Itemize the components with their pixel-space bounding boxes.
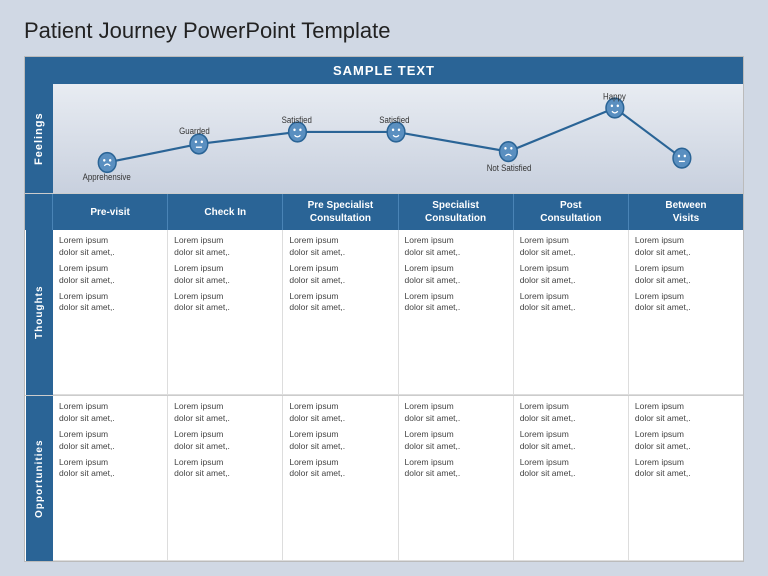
text-block: Lorem ipsumdolor sit amet,.: [174, 291, 276, 315]
text-block: Lorem ipsumdolor sit amet,.: [405, 401, 507, 425]
page: Patient Journey PowerPoint Template SAMP…: [0, 0, 768, 576]
thoughts-cell-1: Lorem ipsumdolor sit amet,. Lorem ipsumd…: [53, 230, 168, 395]
col-header-prespec: Pre SpecialistConsultation: [283, 194, 398, 230]
thoughts-label: Thoughts: [25, 230, 53, 395]
svg-text:Apprehensive: Apprehensive: [83, 172, 131, 182]
text-block: Lorem ipsumdolor sit amet,.: [59, 401, 161, 425]
opp-cell-3: Lorem ipsumdolor sit amet,. Lorem ipsumd…: [283, 396, 398, 561]
table-section: Pre-visit Check In Pre SpecialistConsult…: [25, 194, 743, 561]
text-block: Lorem ipsumdolor sit amet,.: [405, 429, 507, 453]
col-header-postcons: PostConsultation: [514, 194, 629, 230]
svg-text:Happy: Happy: [603, 91, 627, 101]
opp-cell-5: Lorem ipsumdolor sit amet,. Lorem ipsumd…: [514, 396, 629, 561]
text-block: Lorem ipsumdolor sit amet,.: [520, 263, 622, 287]
sample-text-bar: SAMPLE TEXT: [25, 57, 743, 84]
text-block: Lorem ipsumdolor sit amet,.: [405, 457, 507, 481]
thoughts-cell-4: Lorem ipsumdolor sit amet,. Lorem ipsumd…: [399, 230, 514, 395]
text-block: Lorem ipsumdolor sit amet,.: [520, 291, 622, 315]
text-block: Lorem ipsumdolor sit amet,.: [635, 263, 737, 287]
text-block: Lorem ipsumdolor sit amet,.: [635, 235, 737, 259]
thoughts-cell-5: Lorem ipsumdolor sit amet,. Lorem ipsumd…: [514, 230, 629, 395]
text-block: Lorem ipsumdolor sit amet,.: [59, 235, 161, 259]
opportunities-cells: Lorem ipsumdolor sit amet,. Lorem ipsumd…: [53, 396, 743, 561]
col-header-checkin: Check In: [168, 194, 283, 230]
thoughts-cell-2: Lorem ipsumdolor sit amet,. Lorem ipsumd…: [168, 230, 283, 395]
text-block: Lorem ipsumdolor sit amet,.: [635, 291, 737, 315]
feelings-section: Feelings: [25, 84, 743, 194]
opp-cell-6: Lorem ipsumdolor sit amet,. Lorem ipsumd…: [629, 396, 743, 561]
text-block: Lorem ipsumdolor sit amet,.: [174, 401, 276, 425]
text-block: Lorem ipsumdolor sit amet,.: [59, 291, 161, 315]
col-headers: Pre-visit Check In Pre SpecialistConsult…: [53, 194, 743, 230]
text-block: Lorem ipsumdolor sit amet,.: [174, 429, 276, 453]
feelings-chart: Apprehensive Guarded Satisfied Satisfied…: [53, 84, 743, 193]
thoughts-row: Thoughts Lorem ipsumdolor sit amet,. Lor…: [25, 230, 743, 396]
text-block: Lorem ipsumdolor sit amet,.: [405, 235, 507, 259]
thoughts-cell-3: Lorem ipsumdolor sit amet,. Lorem ipsumd…: [283, 230, 398, 395]
text-block: Lorem ipsumdolor sit amet,.: [405, 291, 507, 315]
text-block: Lorem ipsumdolor sit amet,.: [174, 263, 276, 287]
svg-text:Guarded: Guarded: [179, 126, 210, 136]
svg-text:Satisfied: Satisfied: [379, 115, 410, 125]
text-block: Lorem ipsumdolor sit amet,.: [520, 429, 622, 453]
opp-cell-2: Lorem ipsumdolor sit amet,. Lorem ipsumd…: [168, 396, 283, 561]
text-block: Lorem ipsumdolor sit amet,.: [520, 235, 622, 259]
text-block: Lorem ipsumdolor sit amet,.: [520, 457, 622, 481]
thoughts-cells: Lorem ipsumdolor sit amet,. Lorem ipsumd…: [53, 230, 743, 395]
text-block: Lorem ipsumdolor sit amet,.: [635, 457, 737, 481]
text-block: Lorem ipsumdolor sit amet,.: [520, 401, 622, 425]
svg-text:Satisfied: Satisfied: [282, 115, 313, 125]
opp-cell-1: Lorem ipsumdolor sit amet,. Lorem ipsumd…: [53, 396, 168, 561]
main-container: SAMPLE TEXT Feelings: [24, 56, 744, 562]
opportunities-row: Opportunities Lorem ipsumdolor sit amet,…: [25, 396, 743, 561]
col-header-spec: SpecialistConsultation: [399, 194, 514, 230]
text-block: Lorem ipsumdolor sit amet,.: [289, 429, 391, 453]
svg-text:Not Satisfied: Not Satisfied: [487, 163, 532, 173]
text-block: Lorem ipsumdolor sit amet,.: [174, 457, 276, 481]
opp-cell-4: Lorem ipsumdolor sit amet,. Lorem ipsumd…: [399, 396, 514, 561]
opportunities-label: Opportunities: [25, 396, 53, 561]
table-header-row: Pre-visit Check In Pre SpecialistConsult…: [25, 194, 743, 230]
feelings-label: Feelings: [25, 84, 53, 193]
text-block: Lorem ipsumdolor sit amet,.: [405, 263, 507, 287]
page-title: Patient Journey PowerPoint Template: [24, 18, 744, 44]
text-block: Lorem ipsumdolor sit amet,.: [289, 401, 391, 425]
text-block: Lorem ipsumdolor sit amet,.: [59, 263, 161, 287]
text-block: Lorem ipsumdolor sit amet,.: [59, 457, 161, 481]
text-block: Lorem ipsumdolor sit amet,.: [289, 263, 391, 287]
text-block: Lorem ipsumdolor sit amet,.: [289, 457, 391, 481]
text-block: Lorem ipsumdolor sit amet,.: [59, 429, 161, 453]
text-block: Lorem ipsumdolor sit amet,.: [635, 401, 737, 425]
thoughts-cell-6: Lorem ipsumdolor sit amet,. Lorem ipsumd…: [629, 230, 743, 395]
text-block: Lorem ipsumdolor sit amet,.: [289, 235, 391, 259]
col-header-previsit: Pre-visit: [53, 194, 168, 230]
col-header-between: BetweenVisits: [629, 194, 743, 230]
journey-svg: Apprehensive Guarded Satisfied Satisfied…: [53, 84, 743, 193]
text-block: Lorem ipsumdolor sit amet,.: [174, 235, 276, 259]
text-block: Lorem ipsumdolor sit amet,.: [289, 291, 391, 315]
text-block: Lorem ipsumdolor sit amet,.: [635, 429, 737, 453]
